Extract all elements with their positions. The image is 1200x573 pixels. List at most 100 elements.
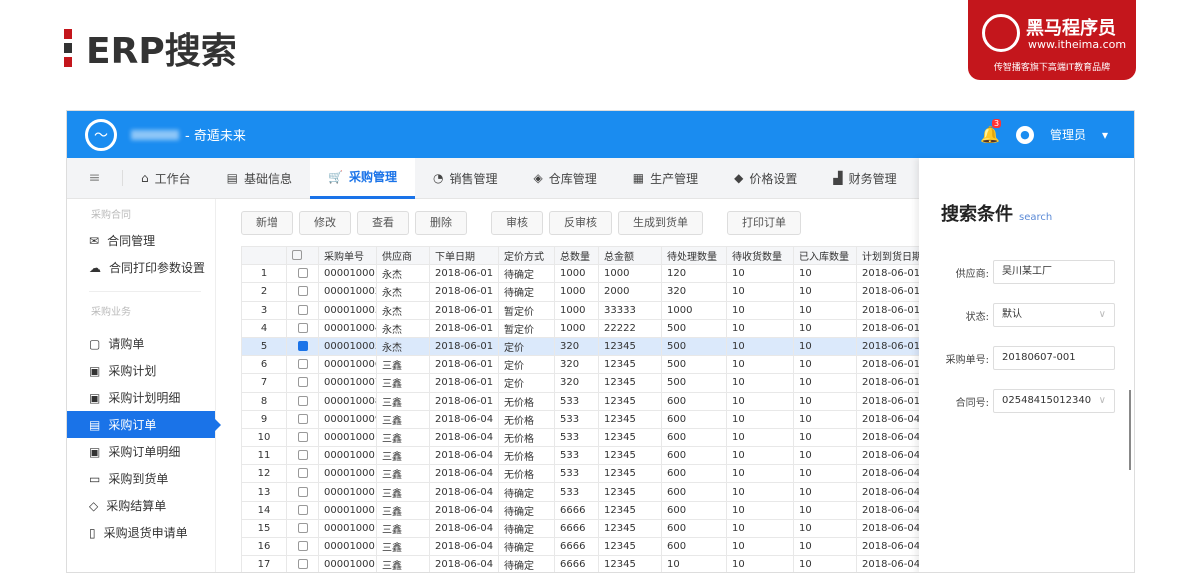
field-input[interactable]: 20180607-001: [993, 346, 1115, 370]
row-checkbox[interactable]: [297, 322, 308, 333]
toolbar-button[interactable]: 反审核: [549, 211, 612, 235]
sidebar-item[interactable]: ▣ 采购订单明细: [67, 438, 215, 465]
bell-icon[interactable]: 🔔 3: [980, 119, 1002, 144]
column-header[interactable]: 采购单号: [318, 245, 377, 266]
tab-7[interactable]: ▟ 财务管理: [815, 158, 914, 199]
sidebar-item[interactable]: ▤ 采购订单: [67, 411, 221, 438]
tab-4[interactable]: ◈ 仓库管理: [515, 158, 614, 199]
tab-6[interactable]: ◆ 价格设置: [716, 158, 815, 199]
column-header[interactable]: 定价方式: [498, 245, 555, 266]
column-header[interactable]: 供应商: [376, 245, 430, 266]
table-row[interactable]: 9 000010009 三鑫 2018-06-04 无价格 533 12345 600 10 10…: [241, 409, 922, 429]
field-input[interactable]: 02548415012340 ∨: [993, 389, 1115, 413]
row-checkbox[interactable]: [297, 431, 308, 442]
toolbar-button[interactable]: 查看: [357, 211, 409, 235]
row-number-header: [241, 245, 287, 266]
column-header[interactable]: 总金额: [598, 245, 662, 266]
row-checkbox[interactable]: [297, 268, 308, 279]
table-row[interactable]: 2 000010002 永杰 2018-06-01 待确定 1000 2000 320 10 10…: [241, 282, 922, 302]
table-row[interactable]: 8 000010008 三鑫 2018-06-01 无价格 533 12345 600 10 10…: [241, 391, 922, 411]
table-row[interactable]: 16 000010001 三鑫 2018-06-04 待确定 6666 12345 600 10…: [241, 536, 922, 557]
sidebar-item[interactable]: ▭ 采购到货单: [67, 465, 215, 492]
table-cell: 10: [726, 536, 794, 557]
sidebar-item-icon: ◇: [89, 498, 99, 513]
column-header[interactable]: 下单日期: [429, 245, 499, 266]
toolbar-button[interactable]: 修改: [299, 211, 351, 235]
row-checkbox[interactable]: [297, 559, 308, 570]
row-checkbox[interactable]: [297, 359, 308, 370]
table-row[interactable]: 3 000010003 永杰 2018-06-01 暂定价 1000 33333 1000 10…: [241, 300, 922, 320]
row-checkbox[interactable]: [297, 286, 308, 297]
table-row[interactable]: 100000100010三鑫2018-06-04无价格5331234560010…: [241, 427, 922, 448]
checkbox-cell: [286, 464, 319, 484]
caret-down-icon[interactable]: ▾: [1102, 128, 1108, 142]
sidebar-item-label: 合同管理: [107, 234, 156, 248]
sidebar-item[interactable]: ☁ 合同打印参数设置: [67, 254, 215, 281]
column-header[interactable]: 计划到货日期: [856, 245, 922, 266]
tab-5[interactable]: ▦ 生产管理: [615, 158, 716, 199]
tab-2[interactable]: 🛒 采购管理: [310, 157, 415, 199]
table-cell: 320: [554, 355, 599, 375]
chevron-down-icon[interactable]: ∨: [1099, 390, 1106, 412]
tab-0[interactable]: ⌂ 工作台: [123, 158, 209, 199]
row-checkbox[interactable]: [297, 395, 308, 406]
toolbar-button[interactable]: 新增: [241, 211, 293, 235]
row-checkbox[interactable]: [297, 468, 308, 479]
row-checkbox[interactable]: [297, 522, 308, 533]
row-checkbox[interactable]: [297, 304, 308, 315]
table-cell: 10: [726, 373, 794, 393]
column-header[interactable]: 已入库数量: [793, 245, 857, 266]
table-cell: 10: [793, 536, 857, 557]
table-row[interactable]: 4 000010004 永杰 2018-06-01 暂定价 1000 22222 500 10 1…: [241, 318, 922, 338]
sidebar-item[interactable]: ◇ 采购结算单: [67, 492, 215, 519]
sidebar-item[interactable]: ▯ 采购退货申请单: [67, 519, 215, 546]
column-header[interactable]: 待收货数量: [726, 245, 794, 266]
table-cell: 10: [726, 355, 794, 375]
checkbox-cell: [286, 536, 319, 557]
row-checkbox[interactable]: [297, 504, 308, 515]
table-cell: 320: [554, 336, 599, 357]
row-checkbox[interactable]: [297, 486, 308, 497]
row-checkbox[interactable]: [297, 541, 308, 552]
tab-1[interactable]: ▤ 基础信息: [209, 158, 310, 199]
user-avatar-icon[interactable]: ●: [1015, 125, 1034, 144]
toolbar-button[interactable]: 删除: [415, 211, 467, 235]
sidebar-item[interactable]: ▣ 采购计划明细: [67, 384, 215, 411]
column-header[interactable]: 待处理数量: [661, 245, 727, 266]
table-row[interactable]: 6 000010006 三鑫 2018-06-01 定价 320 12345 500 10 10 2…: [241, 355, 922, 375]
scrollbar[interactable]: [1129, 390, 1131, 470]
table-row[interactable]: 110000100011三鑫2018-06-04无价格5331234560010…: [241, 446, 922, 466]
sidebar-item[interactable]: ▢ 请购单: [67, 330, 215, 357]
table-cell: 000010009: [318, 409, 377, 429]
row-checkbox[interactable]: [297, 413, 308, 424]
sidebar-item[interactable]: ▣ 采购计划: [67, 357, 215, 384]
slide-title: ERP搜索: [64, 22, 237, 74]
table-row[interactable]: 14 000010001 三鑫 2018-06-04 待确定 6666 12345 600 10…: [241, 500, 922, 520]
table-row[interactable]: 120000100012三鑫2018-06-04无价格5331234560010…: [241, 464, 922, 484]
field-input[interactable]: 吴川某工厂: [993, 260, 1115, 284]
column-header[interactable]: 总数量: [554, 245, 599, 266]
menu-toggle-icon[interactable]: ≡: [67, 170, 123, 186]
chevron-down-icon[interactable]: ∨: [1099, 304, 1106, 326]
table-row[interactable]: 15 000010001 三鑫 2018-06-04 待确定 6666 12345 600 10…: [241, 518, 922, 539]
table-row[interactable]: 1 000010001 永杰 2018-06-01 待确定 1000 1000 120 10 10…: [241, 264, 922, 284]
table-row[interactable]: 5 000010005 永杰 2018-06-01 定价 320 12345 500 10 10 2…: [241, 336, 922, 357]
toolbar-button[interactable]: 生成到货单: [618, 211, 703, 235]
table-cell: 500: [661, 318, 727, 338]
table-row[interactable]: 17 000010001 三鑫 2018-06-04 待确定 6666 12345 10 10 1…: [241, 555, 922, 572]
row-checkbox[interactable]: [297, 377, 308, 388]
toolbar-button[interactable]: 打印订单: [727, 211, 801, 235]
sidebar-item[interactable]: ✉ 合同管理: [67, 227, 215, 254]
notification-badge: 3: [992, 119, 1002, 128]
select-all-checkbox[interactable]: [292, 250, 302, 261]
user-name[interactable]: 管理员: [1050, 126, 1086, 143]
row-checkbox[interactable]: [297, 450, 308, 461]
table-cell: 000010001: [318, 555, 377, 572]
field-input[interactable]: 默认 ∨: [993, 303, 1115, 327]
tab-3[interactable]: ◔ 销售管理: [415, 158, 516, 199]
toolbar-button[interactable]: 审核: [491, 211, 543, 235]
row-checkbox[interactable]: [297, 341, 308, 352]
tab-icon: ▦: [632, 171, 645, 185]
table-row[interactable]: 7 000010007 三鑫 2018-06-01 定价 320 12345 500 10 10 2…: [241, 373, 922, 393]
table-row[interactable]: 130000100013三鑫2018-06-04待确定5331234560010…: [241, 482, 922, 502]
